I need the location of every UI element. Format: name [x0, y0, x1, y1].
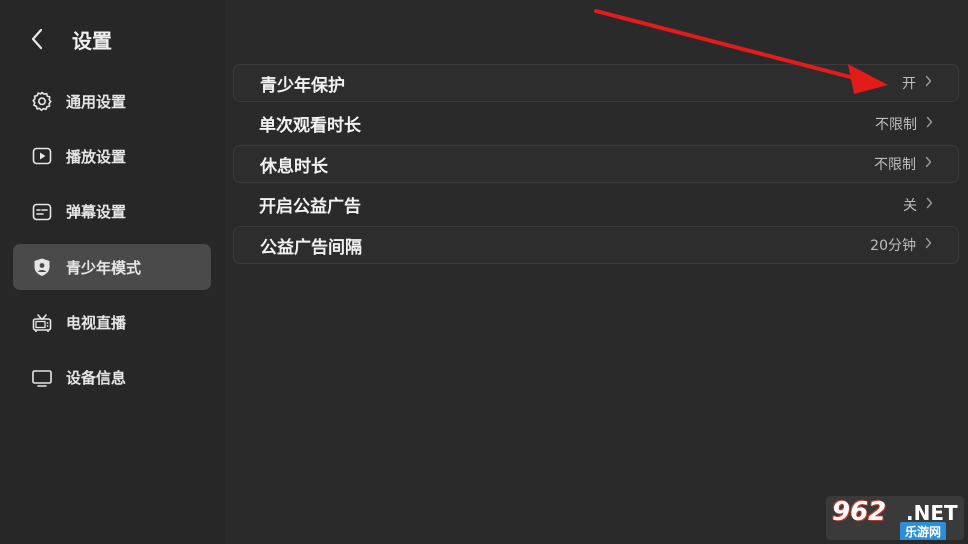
setting-value: 不限制 — [875, 116, 917, 133]
gear-icon — [31, 90, 53, 112]
header: 设置 — [24, 22, 112, 56]
setting-row-teen-protection[interactable]: 青少年保护 开 — [233, 64, 959, 102]
setting-label: 开启公益广告 — [259, 197, 361, 218]
setting-row-ad-interval[interactable]: 公益广告间隔 20分钟 — [233, 226, 959, 265]
sidebar-item-general-settings[interactable]: 通用设置 — [13, 78, 211, 124]
page-title: 设置 — [72, 28, 112, 53]
tv-antenna-icon — [31, 312, 53, 334]
settings-list: 青少年保护 开 单次观看时长 不限制 休息时长 不限制 开启公益广告 关 公益广… — [233, 64, 959, 267]
setting-label: 公益广告间隔 — [260, 237, 362, 258]
chevron-right-icon — [925, 237, 932, 253]
sidebar-item-label: 弹幕设置 — [66, 203, 127, 222]
sidebar-item-device-info[interactable]: 设备信息 — [13, 355, 211, 401]
sidebar-item-label: 设备信息 — [66, 369, 127, 388]
setting-label: 休息时长 — [260, 156, 328, 177]
setting-row-single-watch-duration[interactable]: 单次观看时长 不限制 — [233, 105, 959, 143]
back-button[interactable] — [24, 22, 50, 56]
chevron-left-icon — [31, 28, 43, 50]
setting-value: 开 — [902, 76, 916, 92]
site-watermark: 962 .NET 乐游网 — [826, 496, 964, 540]
sidebar-item-label: 播放设置 — [66, 147, 127, 166]
sidebar-item-label: 电视直播 — [66, 314, 127, 333]
setting-label: 青少年保护 — [260, 75, 345, 96]
sidebar: 设置 通用设置 播放设置 弹幕设置 青少年模式 电视直播 设备信息 — [0, 0, 227, 544]
sidebar-nav: 通用设置 播放设置 弹幕设置 青少年模式 电视直播 设备信息 — [13, 78, 211, 410]
shield-user-icon — [31, 256, 53, 278]
play-icon — [31, 145, 53, 167]
sidebar-item-teen-mode[interactable]: 青少年模式 — [13, 244, 211, 291]
monitor-icon — [31, 367, 53, 389]
chevron-right-icon — [925, 75, 932, 91]
chevron-right-icon — [926, 197, 933, 213]
setting-value: 20分钟 — [870, 238, 916, 255]
sidebar-item-playback-settings[interactable]: 播放设置 — [13, 133, 211, 179]
sidebar-item-tv-live[interactable]: 电视直播 — [13, 300, 211, 346]
setting-row-public-service-ads[interactable]: 开启公益广告 关 — [233, 186, 959, 224]
sidebar-item-label: 青少年模式 — [66, 258, 142, 277]
danmaku-icon — [31, 201, 53, 223]
sidebar-item-danmaku-settings[interactable]: 弹幕设置 — [13, 189, 211, 235]
watermark-number: 962 — [832, 497, 887, 527]
sidebar-item-label: 通用设置 — [66, 92, 127, 111]
watermark-subtitle: 乐游网 — [900, 522, 947, 540]
setting-value: 关 — [903, 197, 917, 214]
setting-value: 不限制 — [874, 157, 916, 174]
setting-row-rest-duration[interactable]: 休息时长 不限制 — [233, 145, 959, 184]
setting-label: 单次观看时长 — [259, 116, 361, 137]
chevron-right-icon — [926, 116, 933, 132]
chevron-right-icon — [925, 156, 932, 172]
